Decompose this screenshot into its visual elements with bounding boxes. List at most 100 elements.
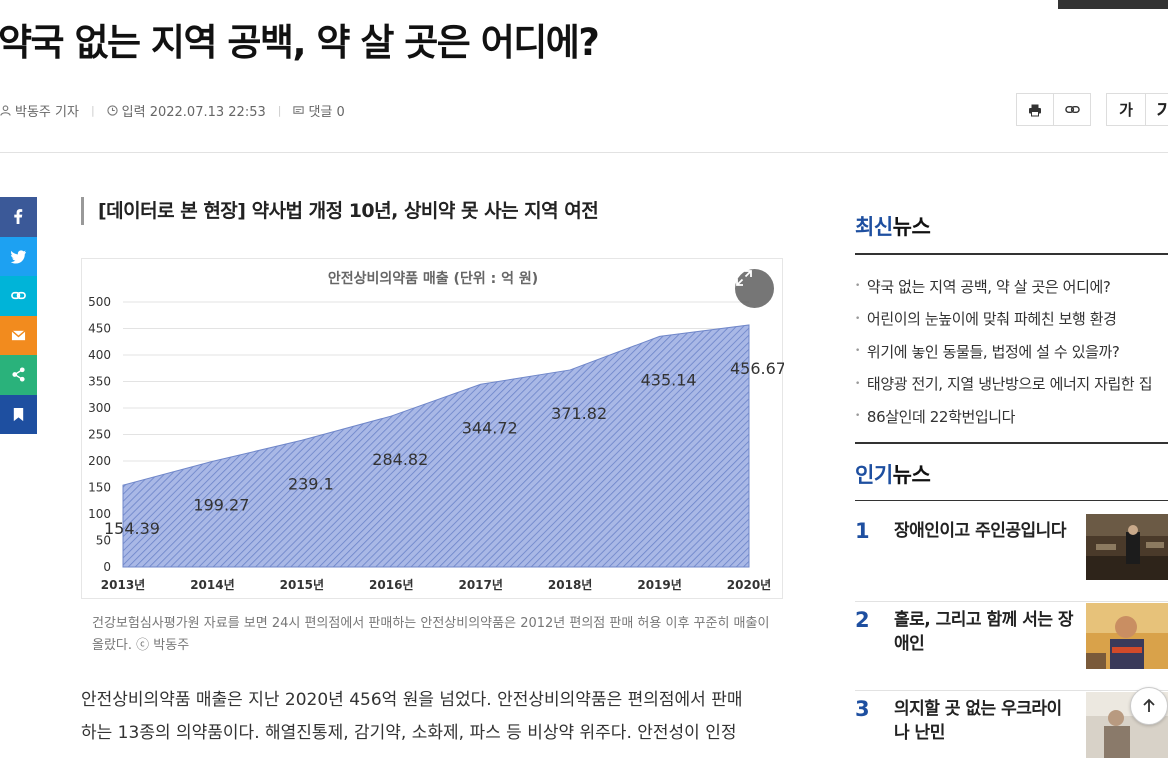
y-tick-label: 200 [88, 454, 111, 468]
print-button[interactable] [1016, 93, 1054, 126]
font-size-controls: 가 가 [1106, 93, 1168, 126]
x-tick-label: 2019년 [637, 578, 681, 592]
y-tick-label: 500 [88, 295, 111, 309]
popular-thumbnail[interactable] [1086, 514, 1168, 580]
bookmark-icon [13, 407, 24, 421]
data-label: 371.82 [551, 404, 607, 423]
share-bar [0, 197, 37, 434]
email-icon [11, 330, 26, 340]
y-tick-label: 150 [88, 481, 111, 495]
data-label: 456.67 [730, 359, 784, 378]
font-size-increase-button[interactable]: 가 [1145, 93, 1168, 126]
data-label: 239.1 [288, 474, 334, 493]
popular-news-item[interactable]: 3 의지할 곳 없는 우크라이나 난민 [855, 692, 1168, 780]
data-label: 435.14 [641, 370, 697, 389]
bullet: • [855, 313, 860, 324]
expand-icon [736, 270, 752, 286]
thumbnail-image [1086, 514, 1168, 580]
latest-news-item[interactable]: • 86살인데 22학번입니다 [855, 400, 1168, 433]
x-axis: 2013년 2014년 2015년 2016년 2017년 2018년 2019년 2020년 [101, 578, 771, 592]
publish-date: 입력 2022.07.13 22:53 [107, 101, 266, 120]
bullet: • [855, 378, 860, 389]
latest-news-heading: 최신뉴스 [855, 211, 931, 241]
y-tick-label: 250 [88, 428, 111, 442]
popular-news-item[interactable]: 2 홀로, 그리고 함께 서는 장애인 [855, 603, 1168, 691]
scroll-to-top-button[interactable] [1130, 687, 1168, 725]
comments-link[interactable]: 댓글 0 [293, 101, 345, 120]
popular-news-item[interactable]: 1 장애인이고 주인공입니다 [855, 514, 1168, 602]
author-name: 박동주 기자 [15, 105, 79, 120]
copy-link-button[interactable] [1053, 93, 1091, 126]
latest-news-item[interactable]: • 어린이의 눈높이에 맞춰 파헤친 보행 환경 [855, 303, 1168, 336]
popular-thumbnail[interactable] [1086, 603, 1168, 669]
popular-title: 홀로, 그리고 함께 서는 장애인 [894, 610, 1074, 654]
y-tick-label: 0 [103, 560, 111, 574]
comments-count: 댓글 0 [308, 105, 345, 120]
latest-news-item[interactable]: • 위기에 놓인 동물들, 법정에 설 수 있을까? [855, 335, 1168, 368]
body-paragraph: 하는 13종의 의약품이다. 해열진통제, 감기약, 소화제, 파스 등 비상약… [81, 723, 737, 743]
latest-news-title: 약국 없는 지역 공백, 약 살 곳은 어디에? [866, 277, 1111, 296]
y-tick-label: 300 [88, 401, 111, 415]
top-nav-bar [1058, 0, 1168, 9]
article-headline: 약국 없는 지역 공백, 약 살 곳은 어디에? [0, 21, 600, 64]
font-size-decrease-button[interactable]: 가 [1106, 93, 1146, 126]
bullet: • [855, 411, 860, 422]
share-icon [12, 367, 25, 382]
x-tick-label: 2013년 [101, 578, 145, 592]
bookmark-button[interactable] [0, 394, 37, 434]
latest-news-title: 태양광 전기, 지열 냉난방으로 에너지 자립한 집 [866, 375, 1153, 394]
popular-heading-rest: 뉴스 [892, 463, 931, 487]
area-series [122, 324, 750, 568]
data-label: 344.72 [462, 418, 518, 437]
facebook-icon [14, 209, 23, 225]
latest-news-item[interactable]: • 태양광 전기, 지열 냉난방으로 에너지 자립한 집 [855, 368, 1168, 401]
print-icon [1029, 104, 1041, 116]
article-body: 안전상비의약품 매출은 지난 2020년 456억 원을 넘었다. 안전상비의약… [81, 684, 791, 750]
latest-news-item[interactable]: • 약국 없는 지역 공백, 약 살 곳은 어디에? [855, 270, 1168, 303]
email-share-button[interactable] [0, 315, 37, 355]
x-tick-label: 2017년 [458, 578, 502, 592]
popular-heading-accent: 인기 [855, 463, 893, 487]
thumbnail-image [1086, 603, 1168, 669]
twitter-icon [11, 250, 26, 264]
popular-title: 장애인이고 주인공입니다 [894, 521, 1066, 541]
popular-news-divider [855, 442, 1168, 444]
publish-date-text: 입력 2022.07.13 22:53 [121, 105, 266, 120]
popular-rank: 2 [855, 608, 870, 632]
author[interactable]: 박동주 기자 [0, 101, 79, 120]
x-tick-label: 2015년 [280, 578, 324, 592]
article-meta: 박동주 기자 | 입력 2022.07.13 22:53 | 댓글 0 [0, 101, 345, 120]
x-tick-label: 2016년 [369, 578, 413, 592]
data-label: 284.82 [372, 450, 428, 469]
bullet: • [855, 281, 860, 292]
twitter-share-button[interactable] [0, 236, 37, 276]
y-tick-label: 350 [88, 375, 111, 389]
popular-news-underline [855, 500, 1168, 501]
clock-icon [107, 105, 118, 116]
link-icon [11, 292, 26, 300]
link-share-button[interactable] [0, 276, 37, 316]
expand-image-button[interactable] [735, 269, 774, 308]
x-tick-label: 2020년 [727, 578, 771, 592]
x-tick-label: 2018년 [548, 578, 592, 592]
user-icon [0, 105, 11, 116]
meta-divider: | [277, 104, 282, 117]
bullet: • [855, 346, 860, 357]
arrow-up-icon [1143, 698, 1155, 712]
sales-area-chart: 안전상비의약품 매출 (단위 : 억 원) 050100150200250300… [88, 270, 784, 592]
latest-news-title: 86살인데 22학번입니다 [866, 407, 1016, 426]
latest-news-list: • 약국 없는 지역 공백, 약 살 곳은 어디에? • 어린이의 눈높이에 맞춰 … [855, 270, 1168, 433]
article-tools [1016, 93, 1091, 126]
data-label: 199.27 [193, 495, 249, 514]
latest-news-title: 위기에 놓인 동물들, 법정에 설 수 있을까? [866, 342, 1120, 361]
link-icon [1064, 105, 1080, 114]
share-button[interactable] [0, 355, 37, 395]
popular-title: 의지할 곳 없는 우크라이나 난민 [894, 699, 1062, 743]
figure-caption: 건강보험심사평가원 자료를 보면 24시 편의점에서 판매하는 안전상비의약품은… [92, 616, 770, 653]
y-tick-label: 400 [88, 348, 111, 362]
y-tick-label: 450 [88, 322, 111, 336]
popular-rank: 1 [855, 519, 870, 543]
facebook-share-button[interactable] [0, 197, 37, 237]
body-paragraph: 안전상비의약품 매출은 지난 2020년 456억 원을 넘었다. 안전상비의약… [81, 690, 743, 710]
latest-news-divider [855, 253, 1168, 255]
